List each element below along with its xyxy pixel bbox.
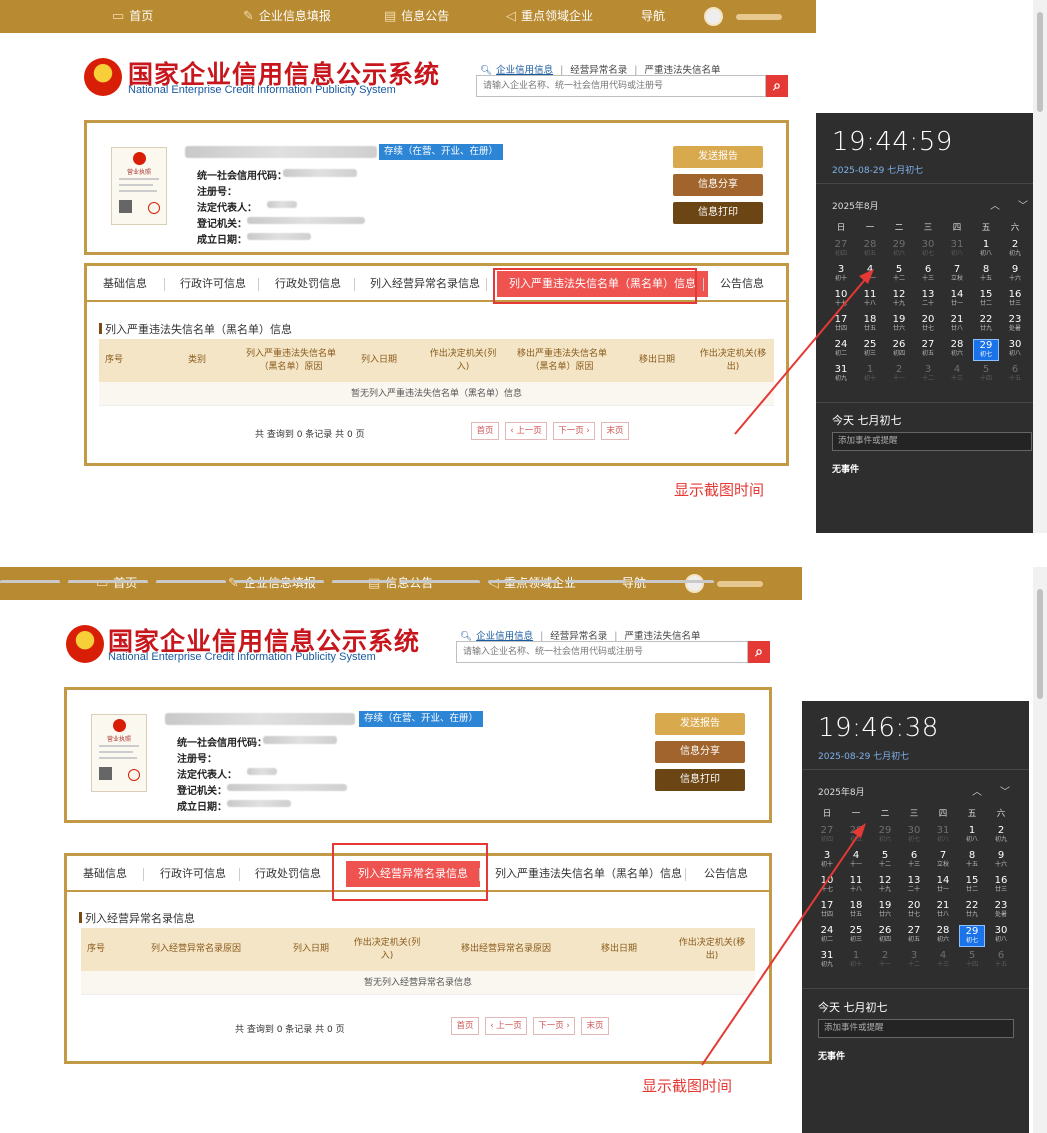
bookmarks-bar-fragment (0, 569, 1047, 583)
separator (0, 533, 1047, 567)
screenshot-2: ▭ 首页 ✎ 企业信息填报 ▤ 信息公告 ◁ 重点领域企业 导航 国家企业信用信息公示系… (0, 567, 1047, 1133)
screenshot-1: ▭ 首页 ✎ 企业信息填报 ▤ 信息公告 ◁ 重点领域企业 导航 国家企业信用信息公示系… (0, 0, 1047, 533)
annotation-arrow (701, 823, 866, 1066)
annotation-arrow (734, 269, 874, 435)
